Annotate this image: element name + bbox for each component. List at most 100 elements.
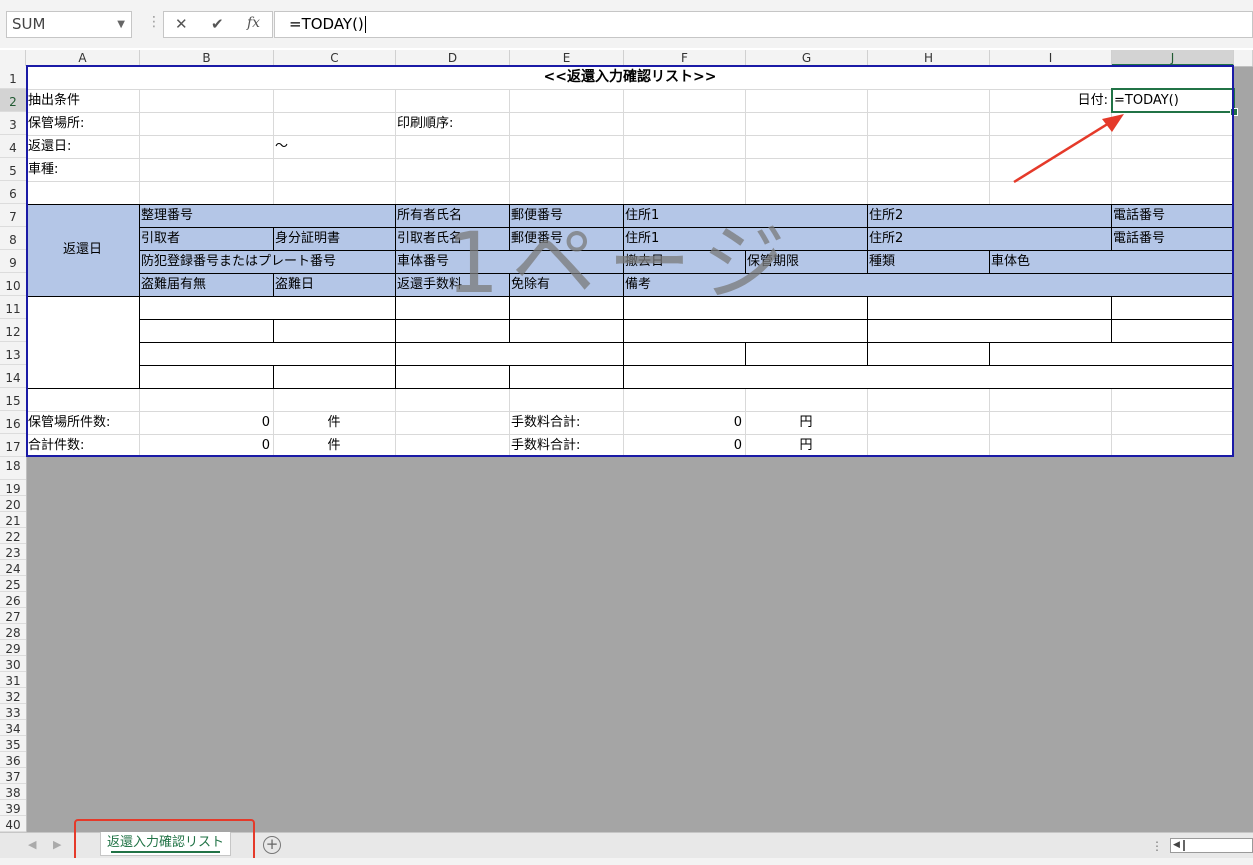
- row-header[interactable]: 31: [0, 672, 26, 688]
- row-header[interactable]: 37: [0, 768, 26, 784]
- row-header[interactable]: 39: [0, 800, 26, 816]
- extract-condition-label: 抽出条件: [28, 93, 81, 108]
- header-id-document: 身分証明書: [275, 231, 341, 246]
- row-header[interactable]: 35: [0, 736, 26, 752]
- row-header[interactable]: 24: [0, 560, 26, 576]
- row-header[interactable]: 21: [0, 512, 26, 528]
- header-registration-number: 防犯登録番号またはプレート番号: [141, 254, 337, 269]
- row-header[interactable]: 25: [0, 576, 26, 592]
- car-type-label: 車種:: [28, 162, 59, 177]
- row-header[interactable]: 40: [0, 816, 26, 832]
- column-header-a[interactable]: A: [26, 50, 140, 66]
- header-phone: 電話番号: [1113, 208, 1166, 223]
- row-header[interactable]: 12: [0, 319, 26, 342]
- row-header[interactable]: 13: [0, 342, 26, 365]
- row-header[interactable]: 15: [0, 388, 26, 411]
- row-header[interactable]: 8: [0, 227, 26, 250]
- header-return-fee: 返還手数料: [397, 277, 463, 292]
- row-header-selected[interactable]: 2: [0, 89, 26, 112]
- row-header[interactable]: 38: [0, 784, 26, 800]
- table-border: [395, 365, 396, 388]
- column-header-g[interactable]: G: [746, 50, 868, 66]
- add-sheet-icon[interactable]: +: [263, 836, 281, 854]
- print-area[interactable]: <<返還入力確認リスト>> 抽出条件 日付: 保管場所: 印刷順序: 返還日: …: [26, 66, 1238, 457]
- splitter-handle-icon[interactable]: ⋮: [1151, 839, 1163, 853]
- row-header[interactable]: 11: [0, 296, 26, 319]
- header-address2: 住所2: [869, 208, 904, 223]
- tab-scroll-left-icon[interactable]: ◀: [28, 838, 36, 851]
- count-unit: 件: [327, 438, 341, 453]
- row-header[interactable]: 16: [0, 411, 26, 434]
- table-border: [139, 365, 1234, 366]
- header-theft-date: 盗難日: [275, 277, 315, 292]
- drag-handle-icon[interactable]: ⋮: [147, 14, 161, 30]
- count-unit: 件: [327, 415, 341, 430]
- row-header[interactable]: 7: [0, 204, 26, 227]
- table-border: [395, 342, 396, 365]
- row-header[interactable]: 5: [0, 158, 26, 181]
- range-tilde: ～: [275, 139, 289, 154]
- print-order-label: 印刷順序:: [397, 116, 454, 131]
- column-header-c[interactable]: C: [274, 50, 396, 66]
- row-header[interactable]: 9: [0, 250, 26, 273]
- gridline: [395, 89, 396, 204]
- gridline: [867, 89, 868, 204]
- row-header[interactable]: 22: [0, 528, 26, 544]
- scroll-thumb[interactable]: [1183, 840, 1185, 851]
- row-header[interactable]: 23: [0, 544, 26, 560]
- name-box[interactable]: SUM ▼: [6, 11, 132, 38]
- row-header[interactable]: 26: [0, 592, 26, 608]
- formula-input[interactable]: =TODAY(): [274, 11, 1253, 38]
- row-header[interactable]: 36: [0, 752, 26, 768]
- row-header[interactable]: 10: [0, 273, 26, 296]
- row-header[interactable]: 1: [0, 66, 26, 89]
- row-header[interactable]: 29: [0, 640, 26, 656]
- select-all-corner[interactable]: [0, 50, 26, 66]
- row-header[interactable]: 32: [0, 688, 26, 704]
- gridline: [989, 388, 990, 457]
- insert-function-icon[interactable]: fx: [247, 15, 260, 31]
- header-seiri-bango: 整理番号: [141, 208, 194, 223]
- enter-icon[interactable]: ✔: [211, 15, 224, 33]
- row-header[interactable]: 14: [0, 365, 26, 388]
- return-date-label: 返還日:: [28, 139, 72, 154]
- column-header-b[interactable]: B: [140, 50, 274, 66]
- column-header-j[interactable]: J: [1112, 50, 1234, 66]
- table-border: [989, 342, 990, 365]
- row-header[interactable]: 18: [0, 457, 26, 480]
- column-header-h[interactable]: H: [868, 50, 990, 66]
- row-header[interactable]: 30: [0, 656, 26, 672]
- header-address1: 住所1: [625, 208, 660, 223]
- formula-buttons: ✕ ✔ fx: [163, 11, 273, 38]
- row-header[interactable]: 33: [0, 704, 26, 720]
- column-header-i[interactable]: I: [990, 50, 1112, 66]
- header-postal-code: 郵便番号: [511, 231, 564, 246]
- scroll-left-icon[interactable]: ◀: [1173, 840, 1180, 850]
- status-bar: [0, 858, 1253, 865]
- row-header[interactable]: 28: [0, 624, 26, 640]
- row-header[interactable]: 19: [0, 480, 26, 496]
- column-header-k[interactable]: [1234, 50, 1253, 66]
- column-headers: A B C D E F G H I J: [0, 50, 1253, 67]
- column-header-f[interactable]: F: [624, 50, 746, 66]
- row-header[interactable]: 6: [0, 181, 26, 204]
- row-header[interactable]: 3: [0, 112, 26, 135]
- worksheet-grid[interactable]: A B C D E F G H I J 1 2 3 4 5 6 7 8 9 10…: [0, 50, 1253, 832]
- column-header-d[interactable]: D: [396, 50, 510, 66]
- fill-handle[interactable]: [1230, 108, 1238, 116]
- horizontal-scrollbar[interactable]: ◀: [1170, 838, 1253, 853]
- header-postal-code: 郵便番号: [511, 208, 564, 223]
- row-header[interactable]: 4: [0, 135, 26, 158]
- yen-unit: 円: [799, 438, 813, 453]
- tab-scroll-right-icon[interactable]: ▶: [53, 838, 61, 851]
- cancel-icon[interactable]: ✕: [175, 15, 188, 33]
- table-border: [867, 319, 868, 342]
- row-header[interactable]: 20: [0, 496, 26, 512]
- row-header[interactable]: 27: [0, 608, 26, 624]
- column-header-e[interactable]: E: [510, 50, 624, 66]
- gridline: [395, 388, 396, 457]
- row-header[interactable]: 17: [0, 434, 26, 457]
- row-header[interactable]: 34: [0, 720, 26, 736]
- chevron-down-icon[interactable]: ▼: [117, 12, 125, 37]
- fee-total-value: 0: [733, 438, 742, 453]
